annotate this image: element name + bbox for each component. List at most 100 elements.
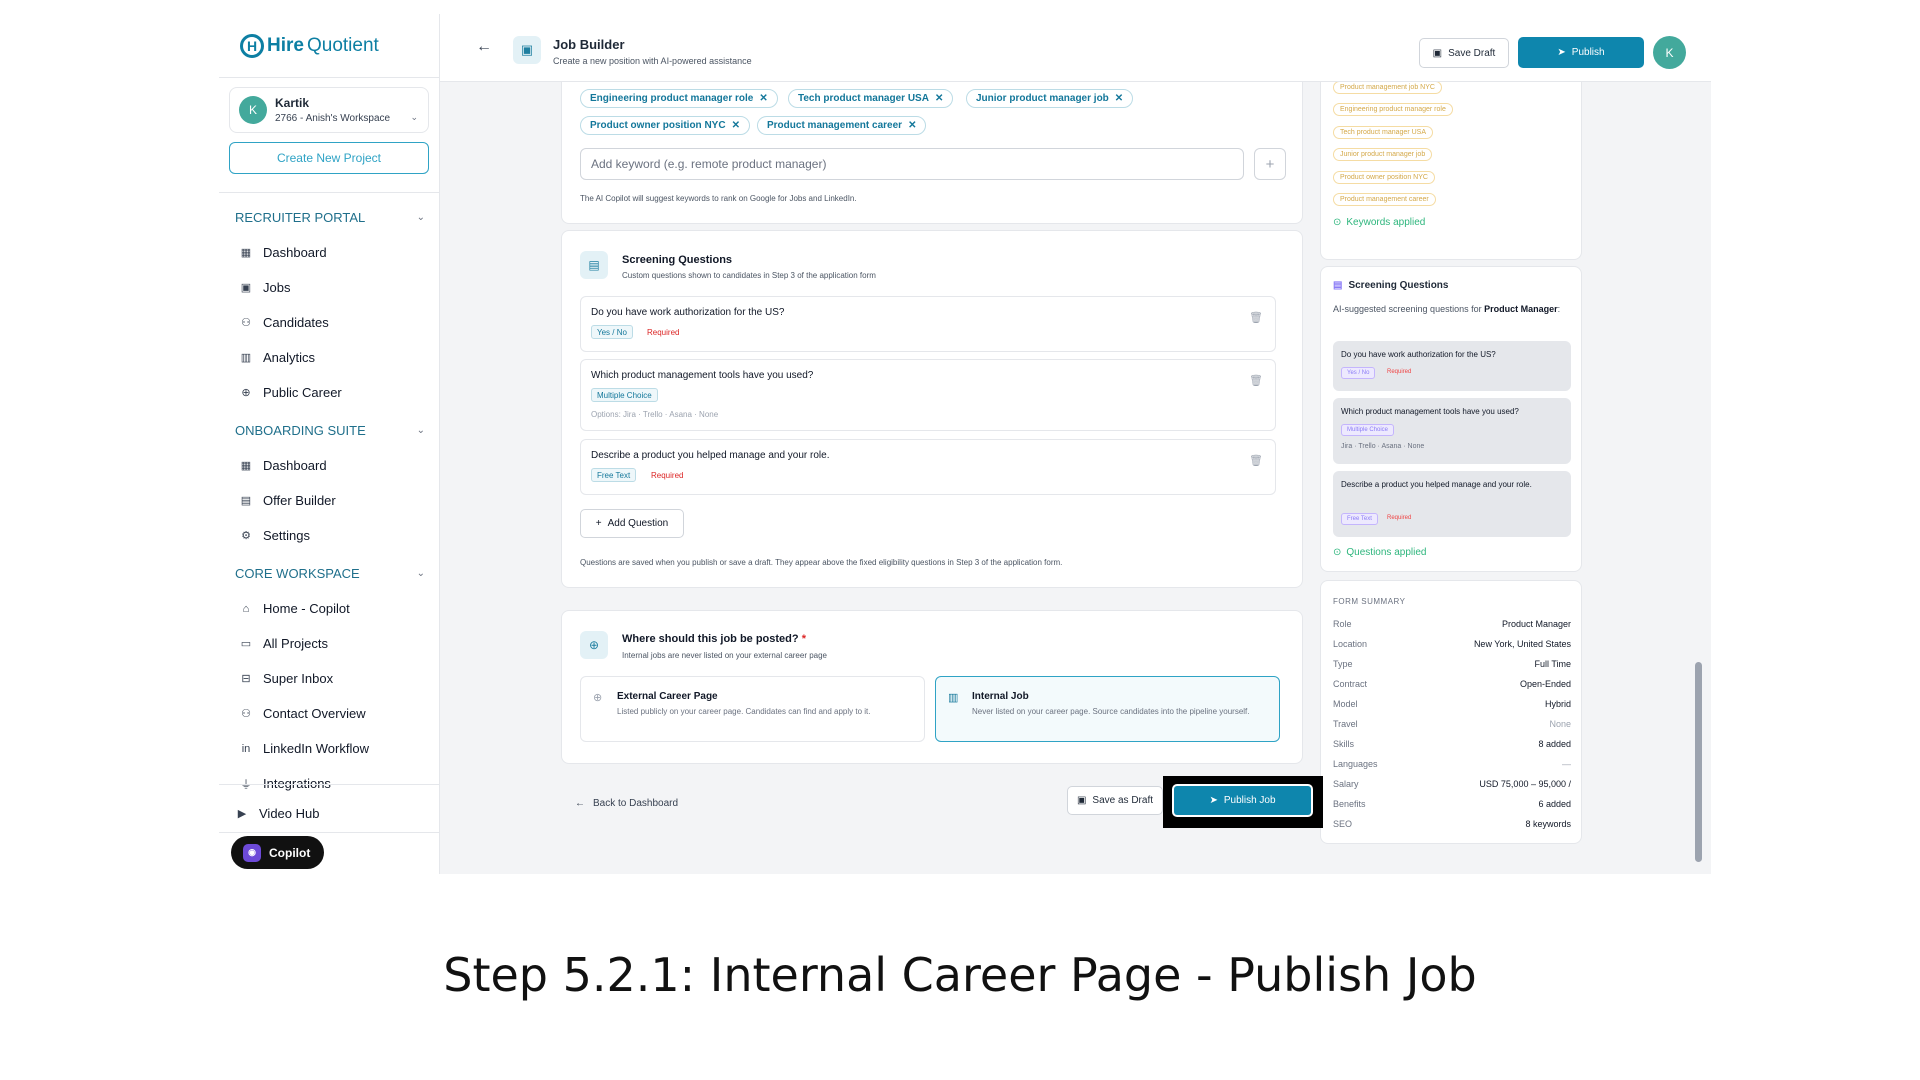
summary-value: 8 keywords: [1525, 819, 1571, 829]
sidebar-item-label: Dashboard: [263, 245, 327, 260]
summary-row: Type Full Time: [1333, 659, 1571, 669]
users-icon: ⚇: [241, 708, 251, 720]
keyword-chip[interactable]: Tech product manager USA ✕: [788, 89, 954, 108]
suggested-keyword[interactable]: Engineering product manager role: [1333, 103, 1453, 116]
summary-value: —: [1562, 759, 1571, 769]
sidebar-item-label: Public Career: [263, 385, 342, 400]
arrow-left-icon: ←: [575, 798, 585, 809]
sidebar-item-label: Video Hub: [259, 806, 320, 821]
question-text: Which product management tools have you …: [1341, 407, 1519, 416]
sidebar-item-home-copilot[interactable]: ⌂ Home - Copilot: [239, 601, 350, 616]
question-text: Do you have work authorization for the U…: [1341, 350, 1496, 359]
back-to-dashboard-link[interactable]: ← Back to Dashboard: [575, 798, 678, 809]
close-icon[interactable]: ✕: [732, 120, 740, 131]
sidebar-item-candidates[interactable]: ⚇ Candidates: [239, 315, 329, 330]
trash-icon[interactable]: 🗑: [1249, 374, 1263, 387]
sidebar-item-jobs[interactable]: ▣ Jobs: [239, 280, 291, 295]
internal-job-option[interactable]: ▥ Internal Job Never listed on your care…: [935, 676, 1280, 742]
sidebar-item-offer-builder[interactable]: ▤ Offer Builder: [239, 493, 336, 508]
keyword-chip[interactable]: Product owner position NYC ✕: [580, 116, 750, 135]
page-title: Job Builder: [553, 37, 625, 52]
send-icon: ➤: [1557, 47, 1566, 58]
sidebar-item-contact-overview[interactable]: ⚇ Contact Overview: [239, 706, 366, 721]
copilot-button[interactable]: ◉ Copilot: [231, 836, 324, 869]
suggested-keyword[interactable]: Tech product manager USA: [1333, 126, 1433, 139]
required-mark: *: [801, 633, 806, 645]
save-as-draft-button[interactable]: ▣ Save as Draft: [1067, 786, 1163, 815]
close-icon[interactable]: ✕: [1115, 93, 1123, 104]
chip-label: Product management career: [767, 120, 903, 131]
question-type-badge: Free Text: [1341, 513, 1378, 525]
divider: [219, 77, 440, 78]
section-onboarding-suite[interactable]: ONBOARDING SUITE ⌄: [235, 423, 425, 438]
suggested-question[interactable]: Describe a product you helped manage and…: [1333, 471, 1571, 537]
option-description: Listed publicly on your career page. Can…: [617, 707, 871, 716]
sidebar-item-linkedin-workflow[interactable]: in LinkedIn Workflow: [239, 741, 369, 756]
publish-job-button[interactable]: ➤ Publish Job: [1174, 786, 1311, 815]
logo-quotient-text: Quotient: [306, 35, 379, 56]
summary-key: Benefits: [1333, 799, 1366, 809]
question-text: Describe a product you helped manage and…: [591, 450, 830, 461]
sidebar-item-dashboard[interactable]: ▦ Dashboard: [239, 245, 327, 260]
question-item[interactable]: Which product management tools have you …: [580, 359, 1276, 431]
chevron-down-icon: ⌄: [416, 568, 425, 579]
summary-row: Languages —: [1333, 759, 1571, 769]
section-recruiter-portal[interactable]: RECRUITER PORTAL ⌄: [235, 210, 425, 225]
summary-row: Role Product Manager: [1333, 619, 1571, 629]
workspace-switcher[interactable]: K Kartik 2766 - Anish's Workspace ⌄: [229, 87, 429, 133]
section-core-workspace[interactable]: CORE WORKSPACE ⌄: [235, 566, 425, 581]
add-keyword-button[interactable]: +: [1254, 148, 1286, 180]
keyword-chip[interactable]: Junior product manager job ✕: [966, 89, 1134, 108]
option-description: Never listed on your career page. Source…: [972, 707, 1250, 716]
question-type-badge: Yes / No: [591, 325, 633, 339]
suggested-question[interactable]: Do you have work authorization for the U…: [1333, 341, 1571, 391]
summary-row: SEO 8 keywords: [1333, 819, 1571, 829]
sidebar-item-all-projects[interactable]: ▭ All Projects: [239, 636, 328, 651]
question-type-badge: Multiple Choice: [1341, 424, 1395, 436]
title-text: Screening Questions: [1348, 280, 1449, 291]
keyword-chip[interactable]: Engineering product manager role ✕: [580, 89, 778, 108]
save-draft-button[interactable]: ▣ Save Draft: [1419, 38, 1509, 68]
sidebar-item-onboarding-dashboard[interactable]: ▦ Dashboard: [239, 458, 327, 473]
trash-icon[interactable]: 🗑: [1249, 454, 1263, 467]
external-career-page-option[interactable]: ⊕ External Career Page Listed publicly o…: [580, 676, 925, 742]
hirequotient-logo[interactable]: H Hire Quotient: [240, 34, 379, 58]
close-icon[interactable]: ✕: [908, 120, 916, 131]
summary-row: Location New York, United States: [1333, 639, 1571, 649]
create-new-project-button[interactable]: Create New Project: [229, 142, 429, 174]
option-title: Internal Job: [972, 691, 1029, 702]
suggested-keyword[interactable]: Product management career: [1333, 193, 1436, 206]
globe-icon: ⊕: [593, 692, 603, 704]
close-icon[interactable]: ✕: [935, 93, 943, 104]
close-icon[interactable]: ✕: [759, 93, 767, 104]
sidebar-item-analytics[interactable]: ▥ Analytics: [239, 350, 315, 365]
publish-button[interactable]: ➤ Publish: [1518, 37, 1644, 68]
question-item[interactable]: Do you have work authorization for the U…: [580, 296, 1276, 352]
sidebar-item-public-career[interactable]: ⊕ Public Career: [239, 385, 342, 400]
suggested-keyword[interactable]: Product owner position NYC: [1333, 171, 1435, 184]
suggested-keyword[interactable]: Junior product manager job: [1333, 148, 1433, 161]
suggested-question[interactable]: Which product management tools have you …: [1333, 398, 1571, 464]
workspace-user-name: Kartik: [275, 96, 310, 110]
keyword-chip[interactable]: Product management career ✕: [757, 116, 927, 135]
question-item[interactable]: Describe a product you helped manage and…: [580, 439, 1276, 495]
suggested-keyword[interactable]: Product management job NYC: [1333, 81, 1442, 94]
scrollbar-thumb[interactable]: [1695, 662, 1702, 862]
summary-row: Benefits 6 added: [1333, 799, 1571, 809]
grid-icon: ▦: [240, 460, 252, 472]
sidebar-item-video-hub[interactable]: ▶ Video Hub: [235, 806, 320, 821]
home-icon: ⌂: [242, 602, 250, 615]
globe-icon: ⊕: [241, 387, 251, 399]
link-label: Back to Dashboard: [593, 798, 679, 809]
trash-icon[interactable]: 🗑: [1249, 311, 1263, 324]
back-arrow-icon[interactable]: ←: [476, 38, 492, 56]
save-icon: ▣: [1076, 795, 1087, 806]
gear-icon: ⚙: [241, 530, 251, 542]
intro-text: AI-suggested screening questions for: [1333, 304, 1482, 314]
add-question-button[interactable]: + Add Question: [580, 509, 684, 538]
keyword-input[interactable]: Add keyword (e.g. remote product manager…: [580, 148, 1244, 180]
avatar[interactable]: K: [1653, 36, 1686, 69]
clipboard-icon: ▤: [1333, 280, 1343, 291]
sidebar-item-super-inbox[interactable]: ⊟ Super Inbox: [239, 671, 333, 686]
sidebar-item-settings[interactable]: ⚙ Settings: [239, 528, 310, 543]
